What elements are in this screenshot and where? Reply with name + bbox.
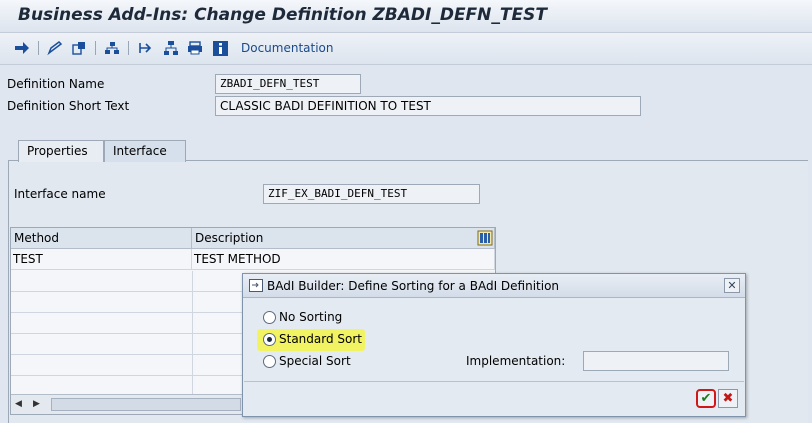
info-icon[interactable] — [211, 39, 229, 57]
toolbar-separator — [38, 41, 39, 55]
radio-special-sort-label[interactable]: Special Sort — [279, 354, 351, 368]
tab-properties[interactable]: Properties — [18, 140, 104, 162]
checkmark-icon: ✔ — [700, 391, 712, 406]
dialog-footer-divider — [244, 381, 744, 382]
title-bar: Business Add-Ins: Change Definition ZBAD… — [0, 0, 812, 33]
toolbar-separator — [95, 41, 96, 55]
dialog-title-bar: BAdI Builder: Define Sorting for a BAdI … — [243, 274, 745, 298]
scroll-right-icon[interactable]: ▶ — [33, 399, 40, 409]
cancel-button[interactable]: ✖ — [718, 389, 738, 408]
column-settings-icon[interactable] — [477, 230, 493, 246]
scroll-left-icon[interactable]: ◀ — [15, 399, 22, 409]
tree-icon[interactable] — [162, 39, 180, 57]
confirm-button[interactable]: ✔ — [696, 389, 716, 408]
cell-description[interactable]: TEST METHOD — [192, 249, 495, 270]
print-icon[interactable] — [186, 39, 204, 57]
implementation-label: Implementation: — [466, 354, 566, 368]
toolbar-separator — [128, 41, 129, 55]
navigate-icon[interactable] — [137, 39, 155, 57]
dialog-close-button[interactable]: ✕ — [724, 278, 740, 293]
arrow-right-icon[interactable] — [13, 39, 31, 57]
implementation-field[interactable] — [583, 351, 729, 371]
column-header-method[interactable]: Method — [11, 228, 192, 249]
definition-short-text-label: Definition Short Text — [7, 99, 130, 113]
cell-method[interactable]: TEST — [11, 249, 192, 270]
radio-no-sorting[interactable] — [263, 311, 276, 324]
definition-short-text-field[interactable]: CLASSIC BADI DEFINITION TO TEST — [215, 96, 641, 116]
interface-name-label: Interface name — [14, 187, 106, 201]
radio-standard-sort[interactable] — [263, 333, 276, 346]
definition-name-field[interactable]: ZBADI_DEFN_TEST — [215, 74, 361, 94]
dialog-window-icon — [249, 279, 263, 292]
page-title: Business Add-Ins: Change Definition ZBAD… — [18, 5, 547, 25]
radio-no-sorting-label[interactable]: No Sorting — [279, 310, 342, 324]
interface-name-field[interactable]: ZIF_EX_BADI_DEFN_TEST — [263, 184, 480, 204]
application-toolbar: Documentation — [0, 33, 812, 65]
definition-name-label: Definition Name — [7, 77, 105, 91]
scroll-thumb[interactable] — [51, 398, 241, 411]
tab-interface[interactable]: Interface — [104, 140, 186, 162]
edit-icon[interactable] — [46, 39, 64, 57]
column-divider — [192, 271, 193, 394]
documentation-button[interactable]: Documentation — [241, 41, 334, 55]
hierarchy-icon[interactable] — [103, 39, 121, 57]
column-header-description[interactable]: Description — [192, 228, 495, 249]
dialog-title: BAdI Builder: Define Sorting for a BAdI … — [267, 279, 560, 293]
copy-object-icon[interactable] — [70, 39, 88, 57]
cancel-icon: ✖ — [722, 391, 734, 406]
radio-standard-sort-label[interactable]: Standard Sort — [279, 332, 362, 346]
radio-special-sort[interactable] — [263, 355, 276, 368]
